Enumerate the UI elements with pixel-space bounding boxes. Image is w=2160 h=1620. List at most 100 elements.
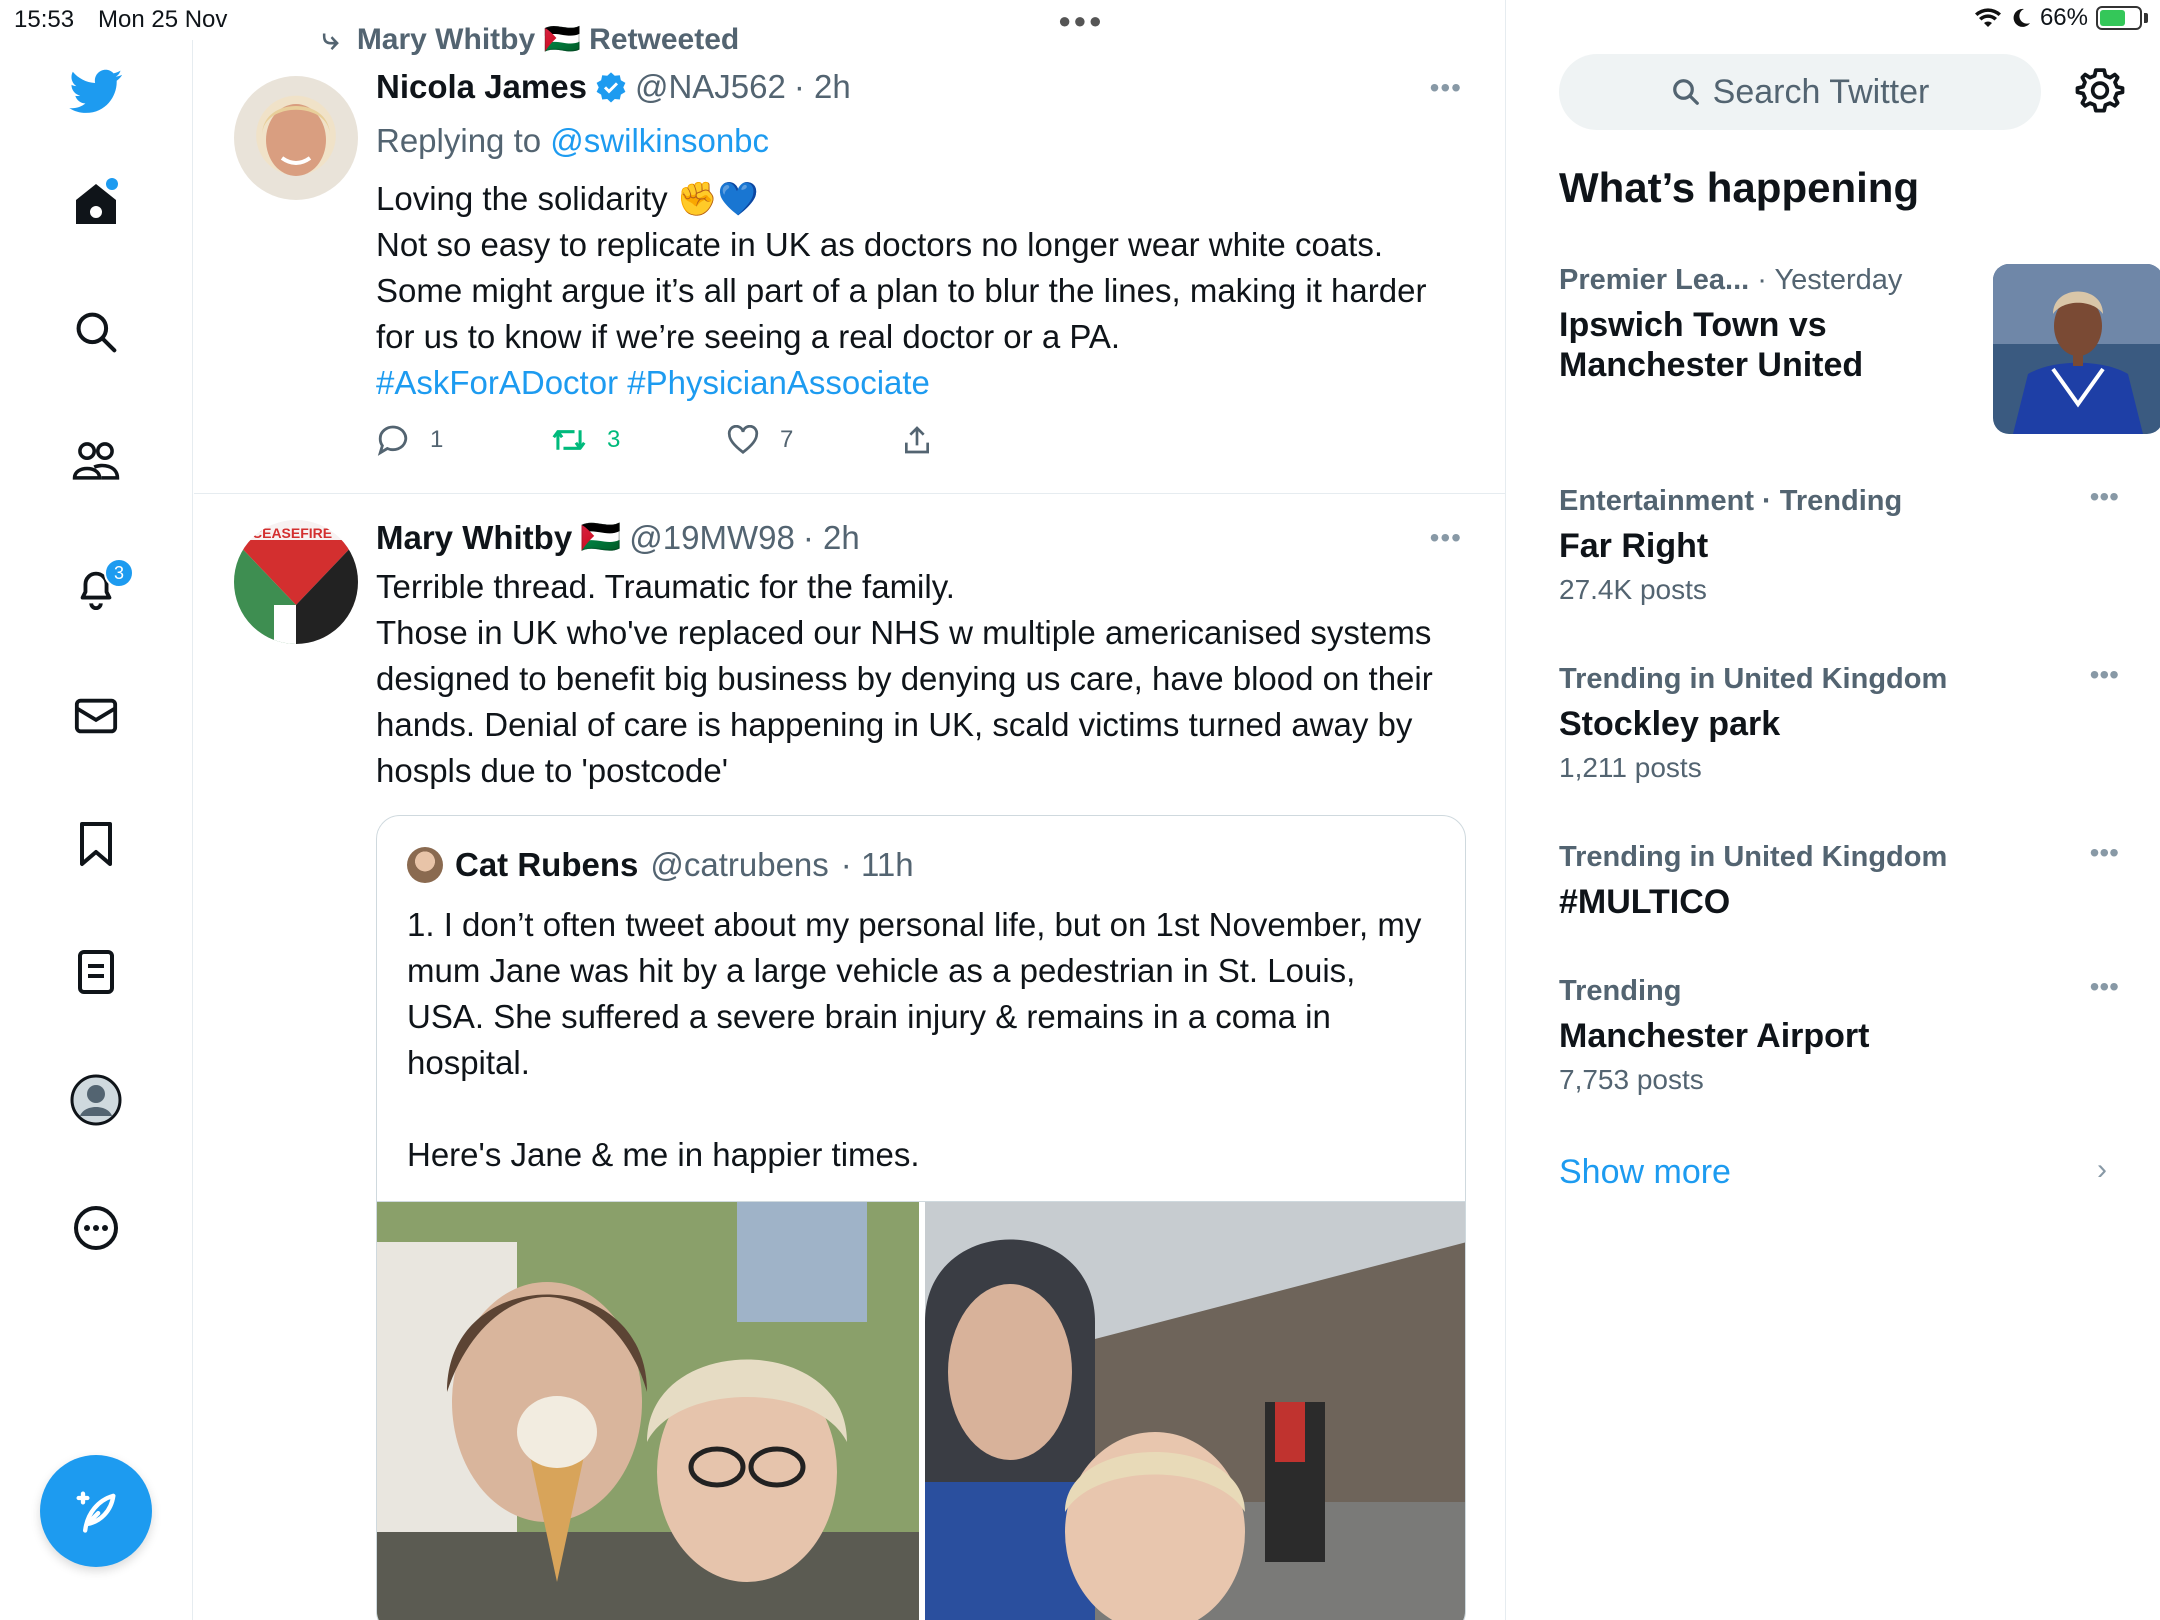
- status-right: 66%: [1974, 4, 2148, 32]
- author-name[interactable]: Mary Whitby: [376, 519, 572, 557]
- replying-to: Replying to @swilkinsonbc: [376, 118, 1466, 164]
- nav-home[interactable]: [66, 174, 126, 234]
- trend-item[interactable]: Premier Lea... · Yesterday Ipswich Town …: [1559, 264, 2160, 439]
- trend-more-button[interactable]: •••: [2090, 837, 2119, 869]
- bookmark-icon: [80, 822, 112, 866]
- nav-notifications[interactable]: 3: [66, 558, 134, 618]
- like-count: 7: [780, 426, 794, 453]
- search-placeholder: Search Twitter: [1712, 72, 1930, 111]
- trend-more-button[interactable]: •••: [2090, 971, 2119, 1003]
- compose-button[interactable]: [40, 1455, 152, 1567]
- share-button[interactable]: [901, 424, 1076, 456]
- whats-happening-title: What’s happening: [1559, 164, 1920, 211]
- tweet-time[interactable]: · 2h: [803, 519, 860, 557]
- search-input[interactable]: Search Twitter: [1559, 54, 2041, 130]
- replying-prefix: Replying to: [376, 122, 542, 159]
- lists-icon: [78, 950, 114, 994]
- trend-item[interactable]: Entertainment · Trending Far Right 27.4K…: [1559, 481, 2119, 606]
- reply-icon: [377, 425, 408, 456]
- mail-icon: [74, 698, 118, 734]
- quote-text-paragraph2: Here's Jane & me in happier times.: [407, 1136, 920, 1173]
- retweet-count: 3: [607, 426, 621, 453]
- tweet-hashtags[interactable]: #AskForADoctor #PhysicianAssociate: [376, 360, 1466, 406]
- avatar[interactable]: [234, 76, 358, 200]
- nav-communities[interactable]: [66, 430, 126, 490]
- trend-title: Far Right: [1559, 527, 1709, 565]
- nav-profile[interactable]: [66, 1070, 126, 1130]
- trend-count: 1,211 posts: [1559, 752, 1702, 783]
- trend-more-button[interactable]: •••: [2090, 659, 2119, 691]
- quote-media: [377, 1201, 1465, 1620]
- author-name[interactable]: Nicola James: [376, 68, 587, 106]
- trend-item[interactable]: Trending in United Kingdom Stockley park…: [1559, 659, 2119, 784]
- trend-title: Ipswich Town vs Manchester United: [1559, 306, 1864, 384]
- quoted-tweet[interactable]: Cat Rubens @catrubens · 11h 1. I don’t o…: [376, 815, 1466, 1620]
- trend-when: · Yesterday: [1757, 264, 1903, 296]
- settings-button[interactable]: [2075, 66, 2125, 116]
- compose-icon: [76, 1491, 116, 1533]
- author-flag: 🇵🇸: [580, 518, 622, 555]
- trend-item[interactable]: Trending Manchester Airport 7,753 posts …: [1559, 971, 2119, 1096]
- reply-count: 1: [430, 426, 444, 453]
- heart-icon: [727, 425, 759, 454]
- nav-explore[interactable]: [66, 302, 126, 362]
- tweet-text-line1: Loving the solidarity ✊💙: [376, 180, 760, 217]
- tweet-header: Nicola James @NAJ562 · 2h: [376, 68, 851, 106]
- search-icon: [76, 312, 117, 353]
- tweet-more-button[interactable]: •••: [1430, 72, 1462, 104]
- twitter-logo-icon[interactable]: [66, 62, 126, 122]
- quote-text-paragraph1: 1. I don’t often tweet about my personal…: [407, 906, 1422, 1081]
- status-time: 15:53: [14, 6, 75, 33]
- profile-icon: [70, 1074, 122, 1126]
- tweet-time[interactable]: · 2h: [794, 68, 851, 106]
- trend-meta: Trending: [1559, 975, 1682, 1007]
- quote-time: · 11h: [840, 846, 914, 883]
- trend-meta: Trending in United Kingdom: [1559, 841, 1948, 873]
- replying-to-handle[interactable]: @swilkinsonbc: [550, 122, 769, 159]
- quote-author-name: Cat Rubens: [455, 846, 639, 883]
- trend-meta: Entertainment · Trending: [1559, 485, 1903, 517]
- tweet-text-body: Those in UK who've replaced our NHS w mu…: [376, 614, 1433, 789]
- like-button[interactable]: 7: [726, 424, 901, 456]
- reply-button[interactable]: 1: [376, 424, 551, 456]
- right-sidebar: Search Twitter What’s happening Premier …: [1507, 40, 2160, 1620]
- nav-more[interactable]: [66, 1198, 126, 1258]
- home-unread-dot: [106, 178, 118, 190]
- tweet-text: Loving the solidarity ✊💙 Not so easy to …: [376, 176, 1466, 406]
- trend-item[interactable]: Trending in United Kingdom #MULTICO •••: [1559, 837, 2119, 922]
- svg-text:CEASEFIRE: CEASEFIRE: [252, 525, 332, 541]
- retweet-icon: [552, 430, 586, 450]
- trend-category: Premier Lea...: [1559, 264, 1750, 296]
- quote-header: Cat Rubens @catrubens · 11h: [407, 846, 914, 884]
- trend-title: Stockley park: [1559, 705, 1781, 743]
- tweet-nicola-james[interactable]: Nicola James @NAJ562 · 2h ••• Replying t…: [194, 0, 1505, 494]
- trend-more-button[interactable]: •••: [2090, 481, 2119, 513]
- quote-photo-2[interactable]: [925, 1202, 1465, 1620]
- more-icon: [74, 1206, 118, 1250]
- quote-author-handle: @catrubens: [650, 846, 829, 883]
- author-handle[interactable]: @19MW98: [629, 519, 795, 557]
- wifi-icon: [1974, 8, 2001, 27]
- tweet-text: Terrible thread. Traumatic for the famil…: [376, 564, 1466, 794]
- nav-messages[interactable]: [66, 686, 126, 746]
- search-icon: [1672, 79, 1699, 105]
- trend-count: 7,753 posts: [1559, 1064, 1704, 1095]
- trend-thumbnail: [1993, 264, 2160, 434]
- left-nav: 3: [0, 40, 193, 1620]
- tweet-text-line1: Terrible thread. Traumatic for the famil…: [376, 568, 955, 605]
- chevron-right-icon[interactable]: ›: [2097, 1153, 2107, 1187]
- communities-icon: [72, 442, 120, 480]
- quote-avatar[interactable]: [407, 847, 443, 883]
- nav-lists[interactable]: [66, 942, 126, 1002]
- show-more-link[interactable]: Show more: [1559, 1153, 1731, 1192]
- retweet-button[interactable]: 3: [551, 424, 726, 456]
- battery-icon: [2096, 6, 2142, 30]
- timeline: ⤷ Mary Whitby 🇵🇸 Retweeted Nicola James @…: [194, 0, 1506, 1620]
- nav-bookmarks[interactable]: [66, 814, 126, 874]
- quote-photo-1[interactable]: [377, 1202, 919, 1620]
- author-handle[interactable]: @NAJ562: [635, 68, 786, 106]
- quote-text: 1. I don’t often tweet about my personal…: [407, 902, 1437, 1178]
- trend-count: 27.4K posts: [1559, 574, 1707, 605]
- avatar[interactable]: CEASEFIRE: [234, 520, 358, 644]
- tweet-more-button[interactable]: •••: [1430, 522, 1462, 554]
